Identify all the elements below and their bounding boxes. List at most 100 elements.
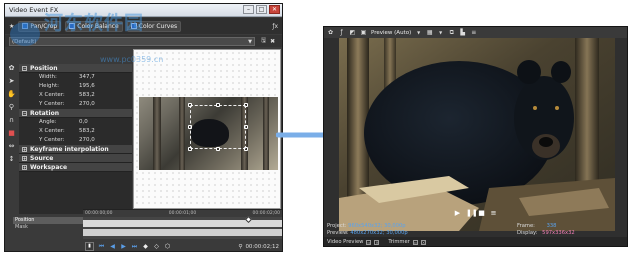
preview-toolbar: ✿ ƒ ◩ ▣ Preview (Auto) ▼ ▦ ▼ ⧉ ▙ ≡	[324, 27, 627, 38]
crop-handle[interactable]	[244, 125, 248, 129]
property-label: Height:	[39, 83, 60, 89]
scale-icon[interactable]: ⇔	[7, 142, 16, 151]
crop-selection-rect[interactable]	[190, 105, 246, 149]
minimize-button[interactable]: –	[243, 5, 254, 14]
section-label: Workspace	[30, 164, 68, 171]
close-icon[interactable]: ×	[420, 239, 426, 245]
property-row: Width: 347,7	[19, 73, 132, 82]
expand-icon[interactable]: +	[22, 147, 27, 152]
property-value[interactable]: 270,0	[75, 136, 132, 145]
lock-aspect-icon[interactable]: ■	[7, 129, 16, 138]
move-icon[interactable]: ↕	[7, 155, 16, 164]
preset-dropdown[interactable]: (Default) ▼	[9, 36, 255, 46]
timecode-value: 00:00:02;12	[245, 244, 279, 250]
pause-icon[interactable]: ❚❚	[466, 210, 478, 217]
preset-bar: (Default) ▼ 🖫 ✖	[5, 35, 282, 47]
tab-trimmer[interactable]: Trimmer	[388, 239, 409, 245]
zoom-icon[interactable]: ⚲	[7, 103, 16, 112]
split-screen-icon[interactable]: ◩	[349, 29, 356, 36]
track-mask[interactable]: Mask	[13, 224, 83, 231]
sync-cursor-icon[interactable]: ▮	[85, 242, 94, 251]
section-keyframe-interpolation[interactable]: + Keyframe interpolation	[19, 145, 132, 154]
ruler-tick: 00:00:02;00	[252, 211, 280, 216]
property-value[interactable]: 583,2	[75, 127, 132, 136]
close-button[interactable]: ✕	[269, 5, 280, 14]
section-rotation[interactable]: − Rotation	[19, 109, 132, 118]
close-icon[interactable]: ×	[374, 239, 380, 245]
pan-crop-canvas[interactable]	[133, 49, 281, 209]
keyframe-marker[interactable]	[244, 215, 253, 224]
frame-label: Frame:	[517, 223, 535, 229]
section-workspace[interactable]: + Workspace	[19, 163, 132, 172]
preview-quality-dropdown[interactable]: Preview (Auto)	[371, 30, 411, 36]
timeline-ruler: 00:00:00;00 00:00:01;00 00:00:02;00	[83, 210, 282, 217]
magnet-icon[interactable]: ∩	[7, 116, 16, 125]
section-label: Keyframe interpolation	[30, 146, 109, 153]
crop-handle[interactable]	[216, 103, 220, 107]
property-label: X Center:	[39, 128, 65, 134]
display-value: 597x336x32	[542, 229, 575, 236]
property-value[interactable]: 270,0	[75, 100, 132, 109]
crop-handle[interactable]	[216, 147, 220, 151]
delete-preset-icon[interactable]: ✖	[270, 38, 275, 45]
menu-icon[interactable]: ≡	[490, 210, 497, 217]
expand-icon[interactable]: +	[22, 156, 27, 161]
next-keyframe-icon[interactable]: ▶	[120, 243, 127, 250]
dock-icon[interactable]: ▫	[366, 239, 372, 245]
play-icon[interactable]: ▶	[454, 210, 461, 217]
prev-keyframe-icon[interactable]: ◀	[109, 243, 116, 250]
preview-label: Preview:	[327, 229, 349, 236]
mask-keyframe-track[interactable]	[83, 229, 282, 236]
section-source[interactable]: + Source	[19, 154, 132, 163]
keyframe-timeline[interactable]: 00:00:00;00 00:00:01;00 00:00:02;00	[83, 209, 282, 239]
property-value[interactable]: 583,2	[75, 91, 132, 100]
overlays-icon[interactable]: ▦	[426, 29, 433, 36]
video-event-fx-window: Video Event FX – □ ✕ ★ Pan/Crop Color Ba…	[4, 3, 283, 252]
crop-handle[interactable]	[244, 103, 248, 107]
pointer-icon[interactable]: ➤	[7, 77, 16, 86]
property-value[interactable]: 347,7	[75, 73, 132, 82]
add-keyframe-icon[interactable]: ◆	[142, 243, 149, 250]
property-value[interactable]: 195,6	[75, 82, 132, 91]
crop-handle[interactable]	[244, 147, 248, 151]
chevron-down-icon: ▼	[439, 30, 443, 35]
crop-handle[interactable]	[188, 125, 192, 129]
plugin-chain-settings-icon[interactable]: ƒx	[272, 23, 278, 30]
property-value[interactable]: 0,0	[75, 118, 132, 127]
interpolation-icon[interactable]: ⬡	[164, 243, 171, 250]
track-position[interactable]: Position	[13, 217, 83, 224]
dock-icon[interactable]: ▫	[412, 239, 418, 245]
section-position[interactable]: − Position	[19, 64, 132, 73]
menu-icon[interactable]: ≡	[470, 29, 477, 36]
collapse-icon[interactable]: −	[22, 66, 27, 71]
settings-icon[interactable]: ✿	[7, 64, 16, 73]
property-label: X Center:	[39, 92, 65, 98]
save-preset-icon[interactable]: 🖫	[261, 36, 266, 46]
save-snapshot-icon[interactable]: ▙	[459, 29, 466, 36]
ruler-tick: 00:00:00;00	[85, 211, 113, 216]
crop-handle[interactable]	[188, 147, 192, 151]
watermark-url: www.pc0359.cn	[100, 55, 164, 64]
video-preview-window: ✿ ƒ ◩ ▣ Preview (Auto) ▼ ▦ ▼ ⧉ ▙ ≡ ▶ ❚❚ …	[323, 26, 628, 247]
fx-icon[interactable]: ƒ	[338, 29, 345, 36]
maximize-button[interactable]: □	[256, 5, 267, 14]
preview-quality-icon[interactable]: ▣	[360, 29, 367, 36]
position-keyframe-track[interactable]	[83, 215, 282, 227]
copy-snapshot-icon[interactable]: ⧉	[448, 29, 455, 36]
property-row: Angle: 0,0	[19, 118, 132, 127]
collapse-icon[interactable]: −	[22, 111, 27, 116]
hand-icon[interactable]: ✋	[7, 90, 16, 99]
last-keyframe-icon[interactable]: ⏭	[131, 243, 138, 250]
property-row: X Center: 583,2	[19, 91, 132, 100]
tab-video-preview[interactable]: Video Preview	[327, 239, 363, 245]
section-label: Source	[30, 155, 54, 162]
expand-icon[interactable]: +	[22, 165, 27, 170]
settings-icon[interactable]: ✿	[327, 29, 334, 36]
timecode-display: ⚲ 00:00:02;12	[238, 244, 279, 250]
delete-keyframe-icon[interactable]: ◇	[153, 243, 160, 250]
crop-handle[interactable]	[188, 103, 192, 107]
watermark-brand: 河东软件园	[44, 12, 145, 34]
first-keyframe-icon[interactable]: ⏮	[98, 243, 105, 250]
stop-icon[interactable]: ■	[478, 210, 485, 217]
bear-image	[339, 38, 615, 231]
